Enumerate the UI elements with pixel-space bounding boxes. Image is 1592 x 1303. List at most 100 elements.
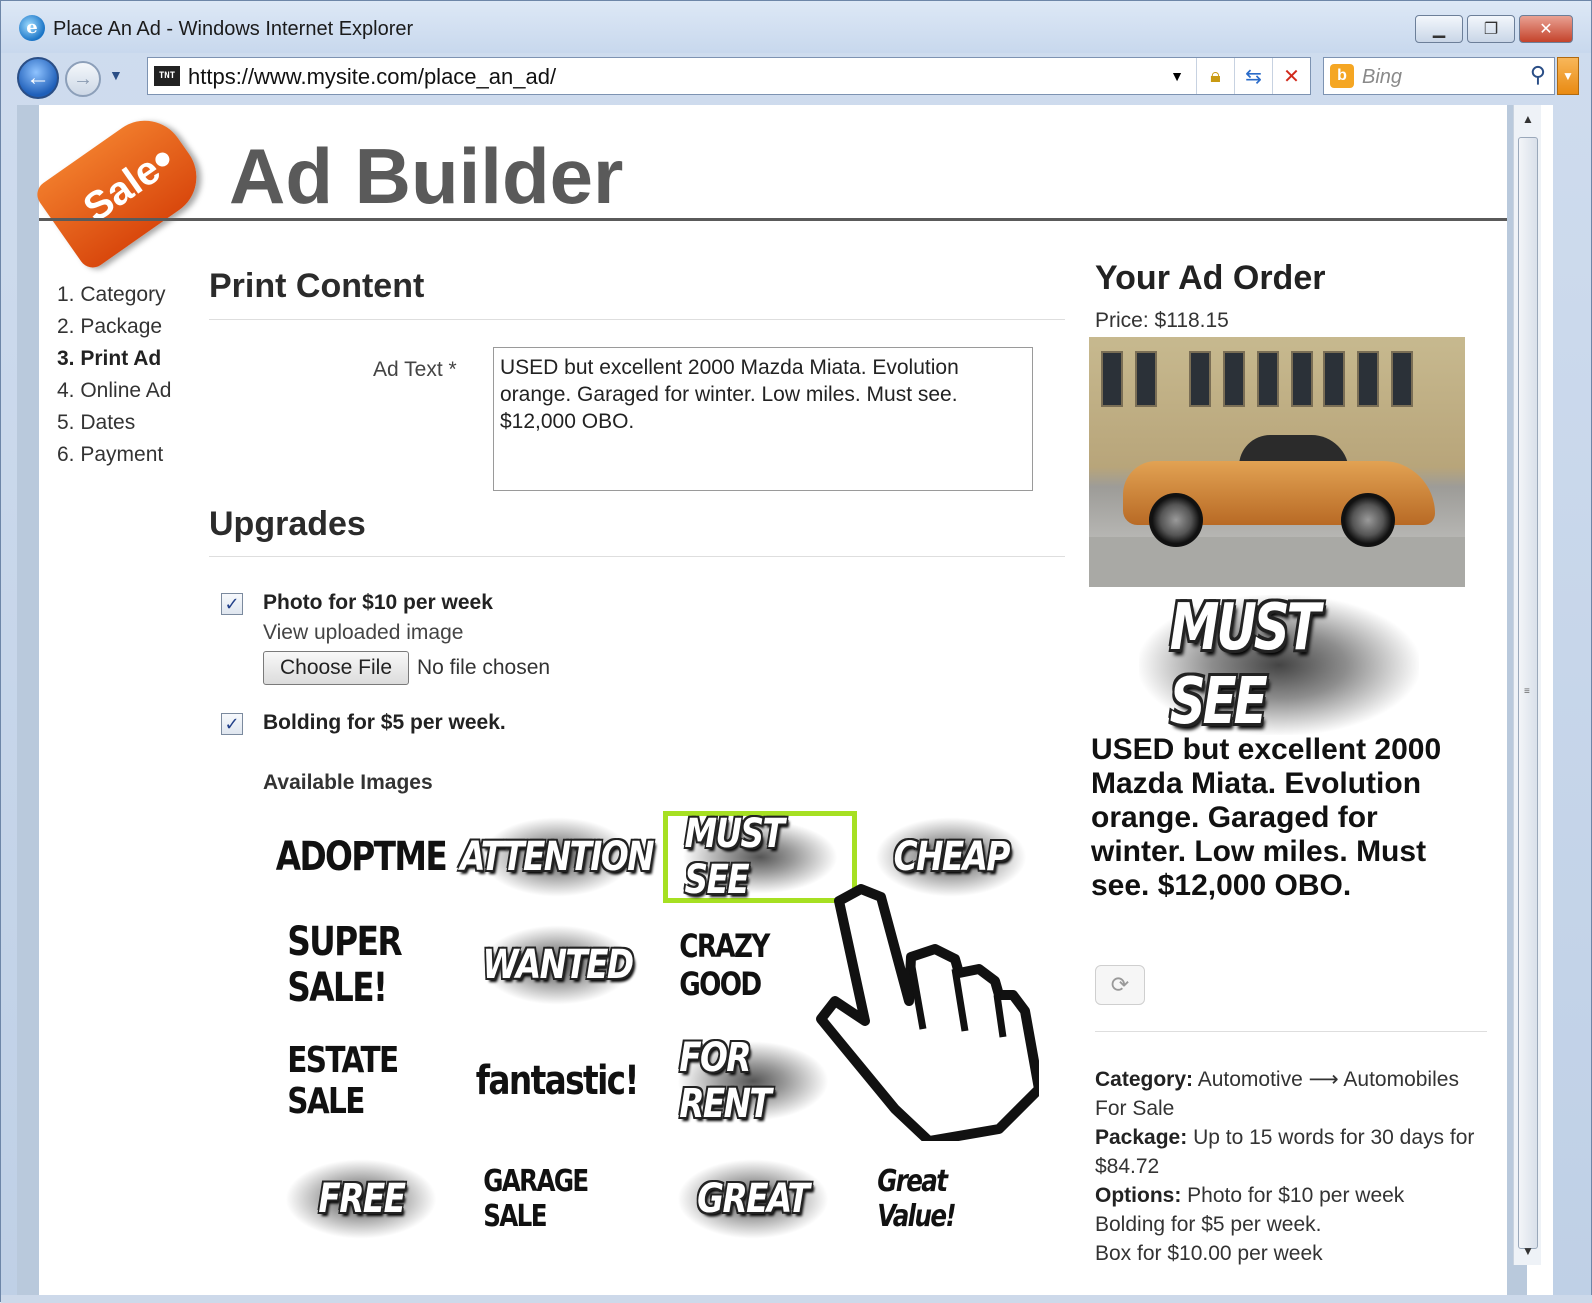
step-package[interactable]: 2. Package: [57, 311, 171, 343]
image-option-text: FREE: [318, 1176, 406, 1222]
image-option-text: Great Value!: [877, 1164, 956, 1234]
window-title: Place An Ad - Windows Internet Explorer: [53, 18, 414, 40]
preview-banner-text: MUST SEE: [1169, 591, 1321, 739]
summary-category: Category: Automotive ⟶ Automobiles For S…: [1095, 1065, 1495, 1123]
options-label: Options:: [1095, 1184, 1182, 1207]
building-window: [1357, 351, 1379, 407]
vertical-scrollbar[interactable]: ▲ ≡ ▼: [1513, 105, 1541, 1265]
image-option-attention[interactable]: ATTENTION: [461, 813, 655, 901]
address-bar[interactable]: TNT https://www.mysite.com/place_an_ad/ …: [147, 57, 1311, 95]
search-options-dropdown-icon[interactable]: ▼: [1557, 57, 1579, 95]
uploaded-car-photo: [1089, 337, 1465, 587]
available-images-label: Available Images: [263, 771, 433, 794]
forward-button[interactable]: →: [65, 61, 101, 97]
your-ad-order-heading: Your Ad Order: [1095, 259, 1326, 297]
title-bar: e Place An Ad - Windows Internet Explore…: [1, 1, 1591, 53]
choose-file-button[interactable]: Choose File: [263, 651, 409, 685]
image-option-great-value[interactable]: Great Value!: [861, 1155, 1041, 1243]
view-uploaded-image-link[interactable]: View uploaded image: [263, 621, 463, 645]
photo-upgrade-label: Photo for $10 per week: [263, 591, 493, 614]
image-option-text: ADOPTME: [275, 834, 448, 880]
stop-icon[interactable]: ✕: [1272, 58, 1310, 94]
search-icon[interactable]: ⚲: [1530, 62, 1546, 88]
building-windows-left: [1101, 351, 1157, 413]
image-option-adopt-me[interactable]: ADOPTME: [271, 813, 451, 901]
scroll-down-icon[interactable]: ▼: [1514, 1237, 1542, 1265]
summary-package: Package: Up to 15 words for 30 days for …: [1095, 1123, 1495, 1181]
header-divider: [39, 218, 1507, 221]
page-title: Ad Builder: [229, 132, 624, 220]
image-option-text: fantastic!: [476, 1058, 640, 1104]
step-dates[interactable]: 5. Dates: [57, 407, 171, 439]
image-option-estate-sale[interactable]: ESTATE SALE: [271, 1037, 451, 1125]
restore-button[interactable]: ❐: [1467, 15, 1515, 43]
bolding-upgrade-label: Bolding for $5 per week.: [263, 711, 506, 734]
image-option-garage-sale[interactable]: GARAGE SALE: [467, 1155, 647, 1243]
url-text[interactable]: https://www.mysite.com/place_an_ad/: [188, 64, 556, 90]
ground: [1089, 537, 1465, 587]
scroll-up-icon[interactable]: ▲: [1514, 105, 1542, 133]
building-window: [1101, 351, 1123, 407]
back-button[interactable]: ←: [17, 57, 59, 99]
print-content-heading: Print Content: [209, 267, 425, 305]
hand-cursor-icon: [816, 884, 1039, 1141]
order-price: Price: $118.15: [1095, 309, 1229, 332]
site-favicon-icon: TNT: [154, 66, 180, 86]
image-option-super-sale[interactable]: SUPER SALE!: [271, 919, 451, 1011]
building-window: [1257, 351, 1279, 407]
upgrades-heading: Upgrades: [209, 505, 366, 543]
browser-window: e Place An Ad - Windows Internet Explore…: [0, 0, 1592, 1303]
building-window: [1323, 351, 1345, 407]
step-category[interactable]: 1. Category: [57, 279, 171, 311]
car-wheel: [1341, 493, 1395, 547]
close-button[interactable]: ✕: [1519, 15, 1573, 43]
image-option-text: SUPER SALE!: [287, 919, 402, 1011]
building-window: [1189, 351, 1211, 407]
order-summary: Category: Automotive ⟶ Automobiles For S…: [1095, 1065, 1495, 1268]
ad-text-field[interactable]: USED but excellent 2000 Mazda Miata. Evo…: [493, 347, 1033, 491]
navigation-bar: ← → ▼ TNT https://www.mysite.com/place_a…: [1, 53, 1591, 103]
image-option-text: GREAT: [697, 1176, 810, 1222]
print-content-divider: [209, 319, 1065, 320]
image-option-text: WANTED: [481, 942, 634, 988]
ad-preview-text: USED but excellent 2000 Mazda Miata. Evo…: [1091, 733, 1442, 902]
building-window: [1291, 351, 1313, 407]
step-print-ad[interactable]: 3. Print Ad: [57, 343, 171, 375]
building-window: [1223, 351, 1245, 407]
building-windows-right: [1323, 351, 1413, 413]
address-dropdown-icon[interactable]: ▼: [1158, 58, 1196, 94]
image-option-fantastic[interactable]: fantastic!: [467, 1037, 647, 1125]
file-status-text: No file chosen: [417, 656, 551, 679]
lock-icon[interactable]: 🔒︎: [1196, 58, 1234, 94]
page-viewport: Sale Ad Builder 1. Category 2. Package 3…: [17, 105, 1553, 1295]
ie-icon: e: [19, 15, 45, 41]
image-option-text: GARAGE SALE: [483, 1164, 589, 1234]
photo-upgrade-checkbox[interactable]: ✓: [221, 593, 243, 615]
summary-options: Options: Photo for $10 per week: [1095, 1181, 1495, 1210]
step-online-ad[interactable]: 4. Online Ad: [57, 375, 171, 407]
grip-icon: ≡: [1524, 686, 1530, 697]
sale-tag-logo: Sale: [31, 105, 213, 273]
preview-must-see-banner: MUST SEE: [1139, 591, 1419, 739]
search-placeholder: Bing: [1362, 66, 1403, 88]
minimize-button[interactable]: ▁: [1415, 15, 1463, 43]
refresh-preview-button[interactable]: ⟳: [1095, 965, 1145, 1005]
car-wheel: [1149, 493, 1203, 547]
search-box[interactable]: b Bing ⚲: [1323, 57, 1555, 95]
option-line: Box for $10.00 per week: [1095, 1242, 1323, 1265]
building-window: [1135, 351, 1157, 407]
step-payment[interactable]: 6. Payment: [57, 439, 171, 471]
refresh-icon[interactable]: ⇆: [1234, 58, 1272, 94]
image-option-great[interactable]: GREAT: [663, 1155, 843, 1243]
image-option-free[interactable]: FREE: [271, 1155, 451, 1243]
building-window: [1391, 351, 1413, 407]
image-option-text: ESTATE SALE: [287, 1040, 399, 1122]
bolding-upgrade-checkbox[interactable]: ✓: [221, 713, 243, 735]
ad-builder-page: Sale Ad Builder 1. Category 2. Package 3…: [31, 105, 1507, 1295]
option-line: Photo for $10 per week: [1187, 1184, 1405, 1207]
package-label: Package:: [1095, 1126, 1188, 1149]
image-option-wanted[interactable]: WANTED: [467, 921, 647, 1009]
history-dropdown-icon[interactable]: ▼: [109, 67, 123, 83]
page-gutter-left: [17, 105, 39, 1295]
scroll-thumb[interactable]: ≡: [1518, 137, 1538, 1249]
